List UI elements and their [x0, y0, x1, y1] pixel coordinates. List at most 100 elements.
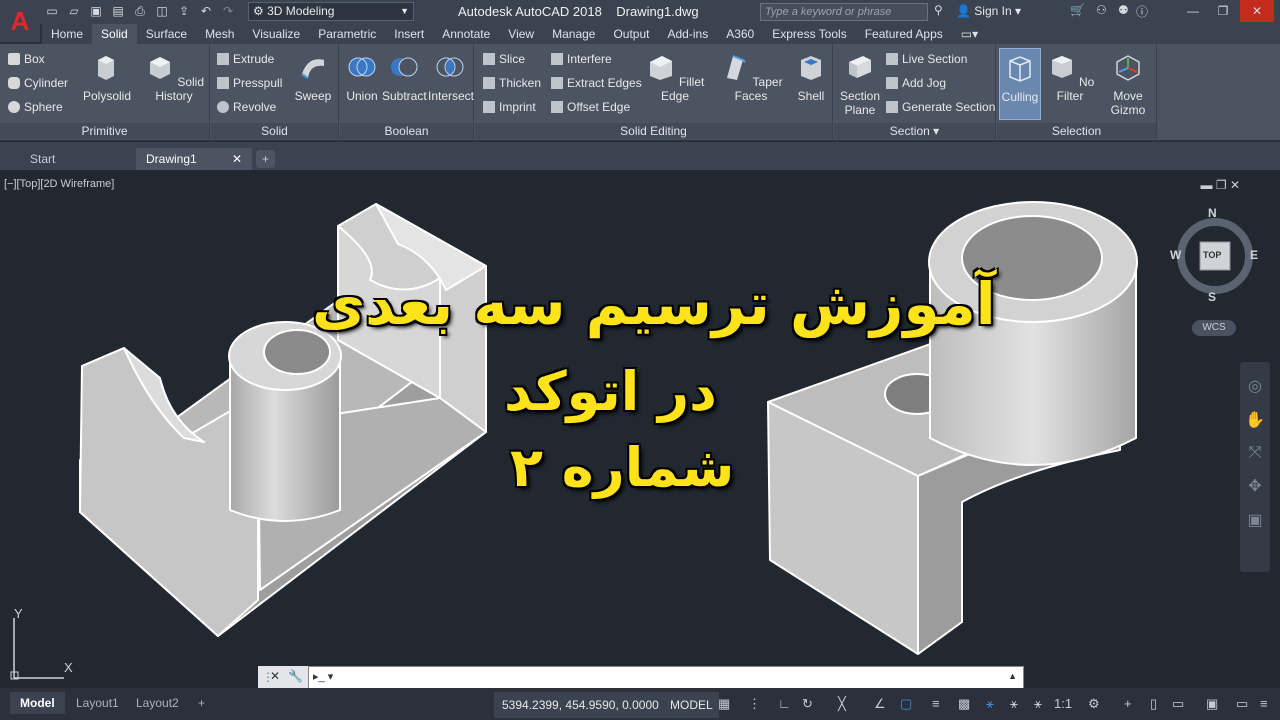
transparency-icon[interactable]: ▩: [958, 696, 970, 712]
polysolid-button[interactable]: Polysolid: [80, 52, 134, 103]
box-button[interactable]: Box: [8, 52, 45, 66]
save-as-icon[interactable]: ▤: [110, 3, 126, 19]
annotation-monitor-icon[interactable]: +: [1124, 696, 1132, 711]
tab-express-tools[interactable]: Express Tools: [763, 24, 855, 44]
tab-manage[interactable]: Manage: [543, 24, 604, 44]
tab-view[interactable]: View: [499, 24, 543, 44]
quick-properties-icon[interactable]: ▭: [1172, 696, 1184, 712]
tab-start[interactable]: Start: [20, 148, 136, 170]
binoculars-icon[interactable]: ⚲: [934, 3, 943, 17]
workspace-switch-icon[interactable]: ⚙: [1088, 696, 1100, 712]
sphere-button[interactable]: Sphere: [8, 100, 63, 114]
object-snap-tracking-icon[interactable]: ∠: [874, 696, 886, 712]
compass-south[interactable]: S: [1208, 290, 1216, 304]
tab-add-ins[interactable]: Add-ins: [659, 24, 718, 44]
move-gizmo-button[interactable]: Move Gizmo: [1103, 52, 1153, 117]
add-layout-button[interactable]: +: [188, 692, 215, 714]
extrude-button[interactable]: Extrude: [217, 52, 274, 66]
save-icon[interactable]: ▣: [88, 3, 104, 19]
compass-east[interactable]: E: [1250, 248, 1258, 262]
tab-mesh[interactable]: Mesh: [196, 24, 243, 44]
fillet-edge-button[interactable]: Fillet Edge: [645, 52, 705, 103]
tab-layout1[interactable]: Layout1: [66, 692, 129, 714]
isodraft-icon[interactable]: ╳: [838, 696, 846, 712]
culling-button[interactable]: Culling: [999, 48, 1041, 120]
account-icon[interactable]: ⚉: [1118, 3, 1129, 17]
tab-model[interactable]: Model: [10, 692, 65, 714]
zoom-icon[interactable]: ⤧: [1240, 444, 1270, 462]
ribbon-options-icon[interactable]: ▭▾: [952, 24, 987, 44]
revolve-button[interactable]: Revolve: [217, 100, 276, 114]
open-file-icon[interactable]: ▱: [66, 3, 82, 19]
polar-icon[interactable]: ↻: [802, 696, 813, 712]
panel-title-section[interactable]: Section ▾: [834, 123, 995, 139]
close-command-icon[interactable]: ✕: [270, 669, 280, 683]
new-file-icon[interactable]: ▭: [44, 3, 60, 19]
orbit-icon[interactable]: ✥: [1240, 476, 1270, 496]
add-jog-button[interactable]: Add Jog: [886, 76, 946, 90]
taper-faces-button[interactable]: Taper Faces: [715, 52, 787, 103]
close-icon[interactable]: ✕: [1240, 0, 1274, 22]
tab-parametric[interactable]: Parametric: [309, 24, 385, 44]
tab-insert[interactable]: Insert: [385, 24, 433, 44]
auto-scale-icon[interactable]: ⚹: [1034, 696, 1042, 712]
showmotion-icon[interactable]: ▣: [1240, 510, 1270, 530]
command-history-icon[interactable]: ▲: [1008, 671, 1017, 681]
live-section-button[interactable]: Live Section: [886, 52, 967, 66]
shell-button[interactable]: Shell: [791, 52, 831, 103]
section-plane-button[interactable]: Section Plane: [838, 52, 882, 117]
search-input[interactable]: Type a keyword or phrase: [760, 3, 928, 21]
tab-a360[interactable]: A360: [717, 24, 763, 44]
command-prompt-icon[interactable]: ▸_ ▾: [313, 670, 333, 683]
hardware-acceleration-icon[interactable]: ▣: [1206, 696, 1218, 712]
snap-icon[interactable]: ⋮: [748, 696, 761, 712]
plot-icon[interactable]: ⎙: [132, 3, 148, 19]
undo-icon[interactable]: ↶: [198, 3, 214, 19]
clean-screen-icon[interactable]: ▭: [1236, 696, 1248, 712]
offset-edge-button[interactable]: Offset Edge: [551, 100, 630, 114]
annotation-visibility-icon[interactable]: ⚹: [986, 696, 994, 712]
minimize-icon[interactable]: —: [1176, 0, 1210, 22]
grid-icon[interactable]: ▦: [718, 696, 730, 712]
tab-visualize[interactable]: Visualize: [243, 24, 309, 44]
tab-featured-apps[interactable]: Featured Apps: [856, 24, 952, 44]
pan-icon[interactable]: ✋: [1240, 410, 1270, 430]
application-menu-button[interactable]: A: [0, 0, 40, 42]
tab-home[interactable]: Home: [42, 24, 92, 44]
sign-in-button[interactable]: 👤 Sign In ▾: [956, 4, 1021, 18]
close-tab-icon[interactable]: ✕: [232, 148, 242, 170]
intersect-button[interactable]: Intersect: [428, 52, 474, 103]
steering-wheel-icon[interactable]: ◎: [1240, 376, 1270, 396]
presspull-button[interactable]: Presspull: [217, 76, 282, 90]
help-icon[interactable]: ⓘ: [1136, 3, 1148, 20]
extract-edges-button[interactable]: Extract Edges: [551, 76, 642, 90]
coordinates-display[interactable]: 5394.2399, 454.9590, 0.0000: [494, 692, 667, 718]
units-icon[interactable]: ▯: [1150, 696, 1157, 712]
no-filter-button[interactable]: No Filter: [1045, 52, 1095, 103]
command-input[interactable]: ▸_ ▾ ▲: [308, 666, 1024, 690]
slice-button[interactable]: Slice: [483, 52, 525, 66]
cylinder-button[interactable]: Cylinder: [8, 76, 68, 90]
compass-north[interactable]: N: [1208, 206, 1217, 220]
drawing-viewport[interactable]: [−][Top][2D Wireframe] ▬ ❐ ✕ آموزش ترسیم…: [0, 170, 1280, 688]
generate-section-button[interactable]: Generate Section: [886, 100, 995, 114]
customization-icon[interactable]: ≡: [1260, 696, 1268, 711]
tab-solid[interactable]: Solid: [92, 24, 137, 44]
share-icon[interactable]: ⇪: [176, 3, 192, 19]
restore-icon[interactable]: ❐: [1206, 0, 1240, 22]
model-space-button[interactable]: MODEL: [664, 692, 719, 718]
interfere-button[interactable]: Interfere: [551, 52, 612, 66]
imprint-button[interactable]: Imprint: [483, 100, 536, 114]
tab-layout2[interactable]: Layout2: [126, 692, 189, 714]
wrench-icon[interactable]: 🔧: [288, 669, 303, 683]
tab-drawing1[interactable]: Drawing1 ✕: [136, 148, 252, 170]
tab-output[interactable]: Output: [604, 24, 658, 44]
redo-icon[interactable]: ↷: [220, 3, 236, 19]
solid-history-button[interactable]: Solid History: [140, 52, 208, 103]
thicken-button[interactable]: Thicken: [483, 76, 541, 90]
object-snap-icon[interactable]: ▢: [900, 696, 912, 712]
workspace-dropdown[interactable]: ⚙ 3D Modeling ▼: [248, 2, 414, 21]
lineweight-icon[interactable]: ≡: [932, 696, 940, 711]
scale-dropdown[interactable]: 1:1: [1054, 696, 1072, 711]
viewcube[interactable]: [1170, 204, 1260, 324]
